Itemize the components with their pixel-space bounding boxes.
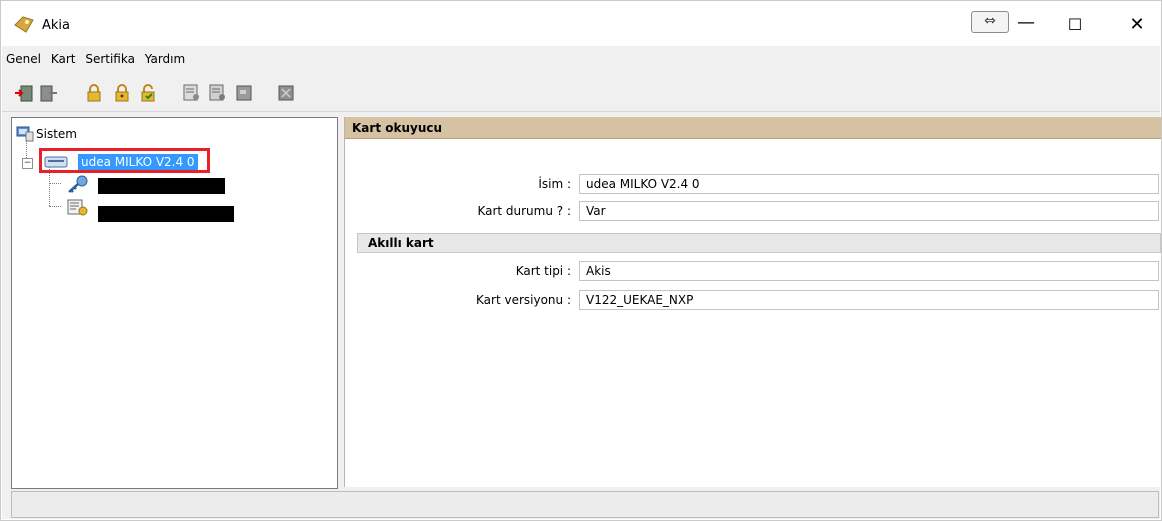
window-title: Akia bbox=[42, 18, 70, 33]
minimize-button[interactable]: — bbox=[1006, 8, 1046, 42]
tree-connector bbox=[49, 206, 61, 207]
certificate-icon bbox=[67, 199, 88, 216]
menu-bar: Genel Kart Sertifika Yardım bbox=[2, 48, 1160, 72]
kart-tipi-label: Kart tipi : bbox=[515, 264, 571, 278]
close-button[interactable]: ✕ bbox=[1114, 8, 1160, 42]
app-logo-icon bbox=[14, 16, 34, 33]
tree-connector bbox=[26, 140, 27, 158]
isim-field[interactable]: udea MILKO V2.4 0 bbox=[579, 174, 1159, 194]
kart-versiyonu-label: Kart versiyonu : bbox=[476, 293, 571, 307]
tree-item-sistem[interactable]: Sistem bbox=[36, 127, 77, 141]
cert-export-icon[interactable] bbox=[208, 83, 228, 103]
unlock-icon[interactable] bbox=[138, 83, 158, 103]
login-icon[interactable] bbox=[14, 83, 34, 103]
status-bar bbox=[11, 491, 1159, 518]
tree-connector bbox=[49, 183, 61, 184]
redacted-item bbox=[98, 178, 225, 194]
kart-versiyonu-field[interactable]: V122_UEKAE_NXP bbox=[579, 290, 1159, 310]
kart-durumu-label: Kart durumu ? : bbox=[477, 204, 571, 218]
swap-button[interactable]: ⇔ bbox=[971, 11, 1009, 33]
isim-label: İsim : bbox=[538, 177, 571, 191]
lock-key-icon[interactable] bbox=[112, 83, 132, 103]
section-header-smart-card: Akıllı kart bbox=[357, 233, 1161, 253]
system-computer-icon bbox=[16, 126, 34, 142]
menu-yardim[interactable]: Yardım bbox=[141, 48, 187, 66]
maximize-button[interactable]: ☐ bbox=[1052, 8, 1098, 42]
title-bar: Akia ⇔ — ☐ ✕ bbox=[2, 2, 1160, 46]
kart-tipi-field[interactable]: Akis bbox=[579, 261, 1159, 281]
lock-icon[interactable] bbox=[84, 83, 104, 103]
menu-kart[interactable]: Kart bbox=[47, 48, 78, 66]
redacted-item bbox=[98, 206, 234, 222]
card-icon[interactable] bbox=[234, 83, 254, 103]
logout-icon[interactable] bbox=[39, 83, 59, 103]
card-delete-icon[interactable] bbox=[276, 83, 296, 103]
toolbar bbox=[2, 77, 1160, 112]
kart-durumu-field[interactable]: Var bbox=[579, 201, 1159, 221]
cert-import-icon[interactable] bbox=[182, 83, 202, 103]
menu-genel[interactable]: Genel bbox=[2, 48, 43, 66]
tree-panel: Sistem − udea MILKO V2.4 0 bbox=[11, 117, 338, 489]
key-icon bbox=[68, 175, 88, 193]
detail-panel: Kart okuyucu İsim : udea MILKO V2.4 0 Ka… bbox=[344, 117, 1161, 487]
app-window: Akia ⇔ — ☐ ✕ Genel Kart Sertifika Yardım bbox=[0, 0, 1162, 521]
annotation-highlight-box bbox=[39, 148, 210, 173]
section-header-card-reader: Kart okuyucu bbox=[345, 117, 1161, 139]
menu-sertifika[interactable]: Sertifika bbox=[81, 48, 137, 66]
tree-expander[interactable]: − bbox=[22, 158, 33, 169]
